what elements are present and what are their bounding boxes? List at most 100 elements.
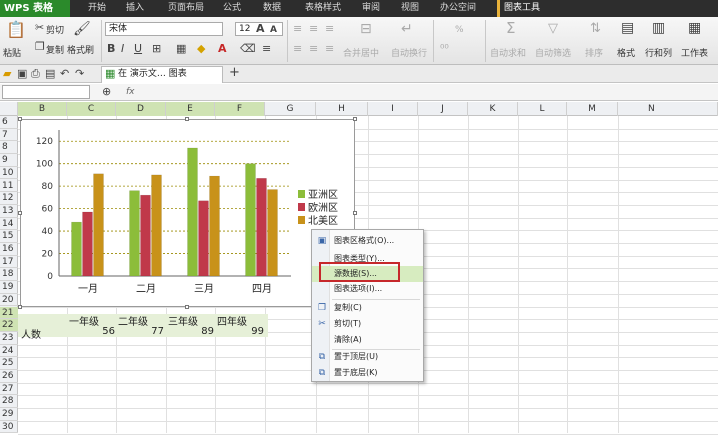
name-box[interactable] — [2, 85, 90, 99]
format-painter-button[interactable]: 格式刷 — [67, 43, 94, 56]
tab-formulas[interactable]: 公式 — [223, 0, 241, 17]
print-icon[interactable]: ⎙ — [31, 68, 40, 80]
column-header[interactable]: N — [618, 102, 718, 116]
auto-wrap-button[interactable]: 自动换行 — [391, 46, 427, 59]
align-bottom-icon[interactable]: ≡ — [325, 23, 334, 35]
auto-sum-button[interactable]: 自动求和 — [490, 46, 526, 59]
fx-button[interactable]: fx — [126, 87, 135, 97]
auto-sum-icon[interactable]: Σ — [506, 21, 515, 36]
row-header[interactable]: 18 — [0, 268, 18, 282]
resize-handle[interactable] — [18, 211, 22, 215]
row-header[interactable]: 12 — [0, 192, 18, 205]
cell-value[interactable]: 99 — [215, 326, 264, 337]
menu-item-send-to-back[interactable]: ⧉ 置于底层(K) — [312, 365, 423, 381]
column-header[interactable]: F — [215, 102, 265, 116]
number-format-icon[interactable]: ⁰⁰ — [440, 43, 449, 55]
row-header[interactable]: 16 — [0, 243, 18, 256]
row-header[interactable]: 14 — [0, 218, 18, 231]
column-header[interactable]: E — [166, 102, 215, 116]
zoom-icon[interactable]: ⊕ — [102, 86, 111, 98]
worksheet-icon[interactable]: ▦ — [688, 21, 701, 35]
tab-chart-tools[interactable]: 图表工具 — [497, 0, 540, 17]
filter-icon[interactable]: ▽ — [548, 22, 558, 35]
column-header[interactable]: M — [567, 102, 618, 116]
align-center-icon[interactable]: ≡ — [309, 43, 318, 55]
save-icon[interactable]: ▣ — [17, 68, 27, 80]
preview-icon[interactable]: ▤ — [45, 68, 55, 80]
column-header[interactable]: G — [265, 102, 316, 116]
cell-row-label[interactable]: 人数 — [21, 326, 41, 341]
align-right-icon[interactable]: ≡ — [325, 43, 334, 55]
tab-office-space[interactable]: 办公空间 — [440, 0, 476, 17]
font-color-icon[interactable]: A — [218, 43, 227, 55]
percent-button[interactable]: % — [455, 25, 464, 35]
auto-wrap-icon[interactable]: ↵ — [401, 22, 413, 36]
menu-item-chart-area-format[interactable]: ▣ 图表区格式(O)... — [312, 233, 423, 249]
resize-handle[interactable] — [18, 305, 22, 309]
grow-font-icon[interactable]: A — [256, 23, 265, 35]
row-header[interactable]: 8 — [0, 141, 18, 155]
border-style-icon[interactable]: ▦ — [176, 43, 186, 55]
copy-icon[interactable]: ❐ — [35, 41, 45, 53]
row-header[interactable]: 17 — [0, 256, 18, 269]
copy-button[interactable]: 复制 — [46, 43, 64, 56]
row-header[interactable]: 10 — [0, 167, 18, 180]
row-header[interactable]: 29 — [0, 408, 18, 421]
column-header[interactable]: K — [468, 102, 518, 116]
column-header[interactable]: H — [316, 102, 368, 116]
resize-handle[interactable] — [18, 117, 22, 121]
column-header[interactable]: I — [368, 102, 418, 116]
shrink-font-icon[interactable]: A — [270, 24, 277, 36]
document-tab[interactable]: ▦ 在 演示文… 图表 — [101, 66, 223, 83]
row-header[interactable]: 22 — [0, 319, 18, 332]
scissors-icon[interactable]: ✂ — [35, 22, 44, 34]
resize-handle[interactable] — [185, 305, 189, 309]
cell-value[interactable]: 89 — [166, 326, 214, 337]
chart-area[interactable]: 0 20 40 60 80 100 120 一月 二月 三月 四月 亚洲区 欧洲区 北美区 — [20, 119, 355, 307]
row-header[interactable]: 6 — [0, 116, 18, 129]
row-header[interactable]: 15 — [0, 230, 18, 243]
auto-filter-button[interactable]: 自动筛选 — [535, 46, 571, 59]
open-folder-icon[interactable]: ▰ — [3, 68, 11, 80]
column-header[interactable]: B — [18, 102, 67, 116]
tab-data[interactable]: 数据 — [263, 0, 281, 17]
font-name-select[interactable]: 宋体 — [105, 22, 223, 36]
add-tab-button[interactable]: + — [229, 66, 240, 79]
row-header[interactable]: 24 — [0, 345, 18, 358]
format-button[interactable]: 格式 — [617, 46, 635, 59]
row-header[interactable]: 26 — [0, 370, 18, 383]
tab-home[interactable]: 开始 — [88, 0, 106, 17]
align-top-icon[interactable]: ≡ — [293, 23, 302, 35]
format-painter-icon[interactable]: 🖌 — [73, 22, 91, 36]
resize-handle[interactable] — [185, 117, 189, 121]
select-all-corner[interactable] — [0, 102, 18, 116]
resize-handle[interactable] — [353, 211, 357, 215]
align-middle-icon[interactable]: ≡ — [309, 23, 318, 35]
column-header[interactable]: L — [518, 102, 567, 116]
row-header[interactable]: 28 — [0, 395, 18, 409]
tab-page-layout[interactable]: 页面布局 — [168, 0, 204, 17]
resize-handle[interactable] — [353, 117, 357, 121]
tab-review[interactable]: 审阅 — [362, 0, 380, 17]
paste-button[interactable]: 粘贴 — [3, 46, 21, 59]
cut-button[interactable]: 剪切 — [46, 23, 64, 36]
italic-icon[interactable]: I — [121, 43, 124, 55]
worksheet-button[interactable]: 工作表 — [681, 46, 708, 59]
paste-icon[interactable]: 📋 — [6, 22, 26, 38]
merge-center-icon[interactable]: ⊟ — [360, 22, 372, 36]
clear-format-icon[interactable]: ⌫ — [240, 43, 256, 55]
row-header[interactable]: 21 — [0, 306, 18, 320]
rows-cols-button[interactable]: 行和列 — [645, 46, 672, 59]
undo-icon[interactable]: ↶ — [60, 68, 69, 80]
format-icon[interactable]: ▤ — [621, 21, 634, 35]
menu-item-chart-options[interactable]: 图表选项(I)... — [312, 281, 423, 297]
cell-value[interactable]: 56 — [67, 326, 115, 337]
cell-value[interactable]: 77 — [116, 326, 164, 337]
sort-icon[interactable]: ⇅ — [590, 22, 601, 35]
tab-table-style[interactable]: 表格样式 — [305, 0, 341, 17]
fill-color-icon[interactable]: ◆ — [197, 43, 205, 55]
row-header[interactable]: 27 — [0, 383, 18, 396]
tab-insert[interactable]: 插入 — [126, 0, 144, 17]
row-header[interactable]: 20 — [0, 294, 18, 307]
bold-icon[interactable]: B — [107, 43, 115, 55]
